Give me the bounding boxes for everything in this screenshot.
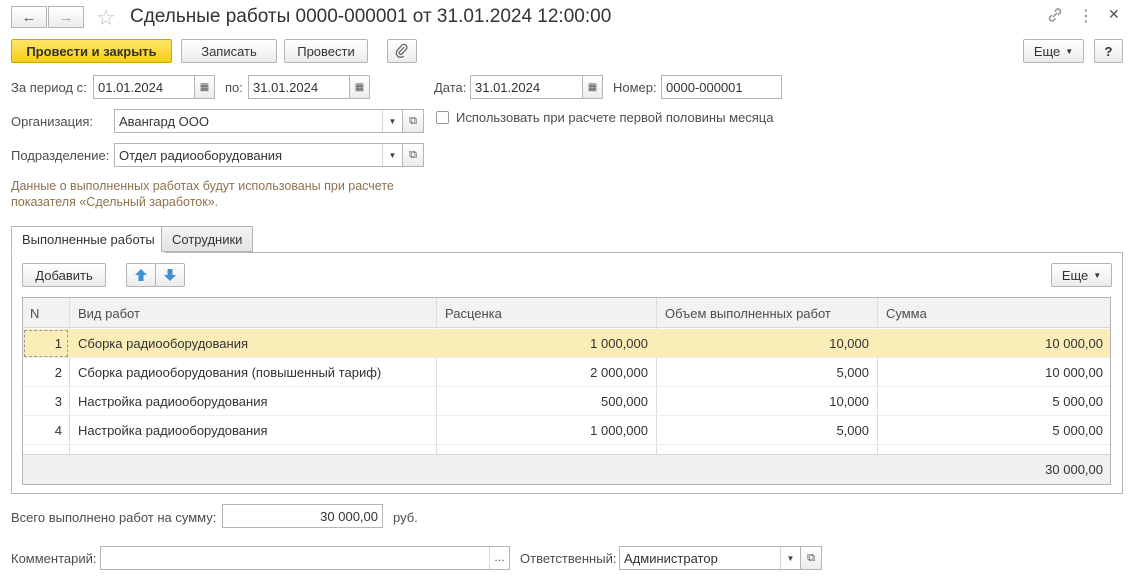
help-button[interactable]: ?	[1094, 39, 1123, 63]
calendar-icon[interactable]: ▦	[582, 76, 602, 98]
attach-button[interactable]	[387, 39, 417, 63]
open-window-icon: ⧉	[409, 148, 417, 161]
open-window-icon: ⧉	[807, 551, 815, 564]
row-rate[interactable]: 2 000,000	[437, 358, 648, 387]
first-half-checkbox[interactable]	[436, 111, 449, 124]
period-to-input[interactable]: 31.01.2024 ▦	[248, 75, 370, 99]
dropdown-arrow-icon: ▼	[1065, 46, 1074, 56]
arrow-down-icon	[163, 268, 177, 282]
open-responsible-button[interactable]: ⧉	[800, 546, 822, 570]
row-volume[interactable]: 5,000	[657, 416, 869, 445]
post-button[interactable]: Провести	[284, 39, 368, 63]
date-label: Дата:	[434, 80, 467, 95]
row-volume[interactable]: 5,000	[657, 358, 869, 387]
row-number: 4	[54, 423, 62, 438]
dropdown-arrow-icon[interactable]: ▼	[780, 547, 800, 569]
row-rate[interactable]: 1 000,000	[437, 416, 648, 445]
first-half-checkbox-label[interactable]: Использовать при расчете первой половины…	[456, 110, 773, 125]
dropdown-arrow-icon: ▼	[1093, 270, 1102, 280]
row-work[interactable]: Сборка радиооборудования (повышенный тар…	[78, 358, 381, 387]
organization-label: Организация:	[11, 114, 94, 129]
column-header-rate[interactable]: Расценка	[445, 298, 502, 328]
arrow-up-icon	[134, 268, 148, 282]
department-select[interactable]: Отдел радиооборудования ▼	[114, 143, 403, 167]
responsible-select[interactable]: Администратор ▼	[619, 546, 801, 570]
total-label: Всего выполнено работ на сумму:	[11, 510, 217, 525]
row-work[interactable]: Сборка радиооборудования	[78, 329, 248, 358]
currency-label: руб.	[393, 510, 418, 525]
organization-select[interactable]: Авангард ООО ▼	[114, 109, 403, 133]
move-down-button[interactable]	[155, 263, 185, 287]
row-volume[interactable]: 10,000	[657, 387, 869, 416]
dropdown-arrow-icon[interactable]: ▼	[382, 144, 402, 166]
calendar-icon[interactable]: ▦	[194, 76, 214, 98]
favorite-star-icon[interactable]: ☆	[96, 5, 116, 31]
paperclip-icon	[395, 43, 409, 59]
tab-completed-works[interactable]: Выполненные работы	[11, 226, 166, 253]
row-volume[interactable]: 10,000	[657, 329, 869, 358]
column-header-work[interactable]: Вид работ	[78, 298, 140, 328]
post-and-close-button[interactable]: Провести и закрыть	[11, 39, 172, 63]
row-number: 3	[54, 394, 62, 409]
period-from-label: За период с:	[11, 80, 87, 95]
back-button[interactable]: ←	[11, 6, 47, 28]
info-text-line2: показателя «Сдельный заработок».	[11, 195, 219, 209]
forward-button[interactable]: →	[48, 6, 84, 28]
more-button[interactable]: Еще ▼	[1023, 39, 1084, 63]
open-department-button[interactable]: ⧉	[402, 143, 424, 167]
row-rate[interactable]: 1 000,000	[437, 329, 648, 358]
row-work[interactable]: Настройка радиооборудования	[78, 387, 268, 416]
row-sum[interactable]: 10 000,00	[878, 329, 1103, 358]
close-icon[interactable]: ✕	[1108, 6, 1120, 23]
table-total-sum: 30 000,00	[1045, 461, 1103, 477]
period-to-label: по:	[225, 80, 243, 95]
period-from-input[interactable]: 01.01.2024 ▦	[93, 75, 215, 99]
arrow-right-icon: →	[58, 8, 74, 26]
column-header-volume[interactable]: Объем выполненных работ	[665, 298, 831, 328]
calendar-icon[interactable]: ▦	[349, 76, 369, 98]
column-header-n[interactable]: N	[30, 298, 39, 328]
info-text-line1: Данные о выполненных работах будут испол…	[11, 179, 394, 193]
ellipsis-icon[interactable]: …	[489, 547, 509, 569]
open-window-icon: ⧉	[409, 114, 417, 127]
row-sum[interactable]: 5 000,00	[878, 416, 1103, 445]
column-header-sum[interactable]: Сумма	[886, 298, 927, 328]
row-sum[interactable]: 5 000,00	[878, 387, 1103, 416]
dropdown-arrow-icon[interactable]: ▼	[382, 110, 402, 132]
add-row-button[interactable]: Добавить	[22, 263, 106, 287]
number-label: Номер:	[613, 80, 657, 95]
number-input[interactable]: 0000-000001	[661, 75, 782, 99]
move-up-button[interactable]	[126, 263, 156, 287]
more-vertical-icon[interactable]: ⋮	[1078, 6, 1094, 26]
date-input[interactable]: 31.01.2024 ▦	[470, 75, 603, 99]
row-sum[interactable]: 10 000,00	[878, 358, 1103, 387]
total-value-field: 30 000,00	[222, 504, 383, 528]
row-number: 1	[54, 336, 62, 351]
responsible-label: Ответственный:	[520, 551, 617, 566]
table-header	[23, 298, 1110, 328]
comment-label: Комментарий:	[11, 551, 97, 566]
comment-input[interactable]: …	[100, 546, 510, 570]
department-label: Подразделение:	[11, 148, 110, 163]
row-work[interactable]: Настройка радиооборудования	[78, 416, 268, 445]
table-more-button[interactable]: Еще ▼	[1051, 263, 1112, 287]
link-icon[interactable]	[1046, 6, 1064, 24]
row-number: 2	[54, 365, 62, 380]
row-rate[interactable]: 500,000	[437, 387, 648, 416]
arrow-left-icon: ←	[21, 8, 37, 26]
open-organization-button[interactable]: ⧉	[402, 109, 424, 133]
save-button[interactable]: Записать	[181, 39, 277, 63]
works-table: N Вид работ Расценка Объем выполненных р…	[22, 297, 1111, 485]
tab-employees[interactable]: Сотрудники	[161, 226, 254, 252]
page-title: Сдельные работы 0000-000001 от 31.01.202…	[130, 6, 612, 27]
